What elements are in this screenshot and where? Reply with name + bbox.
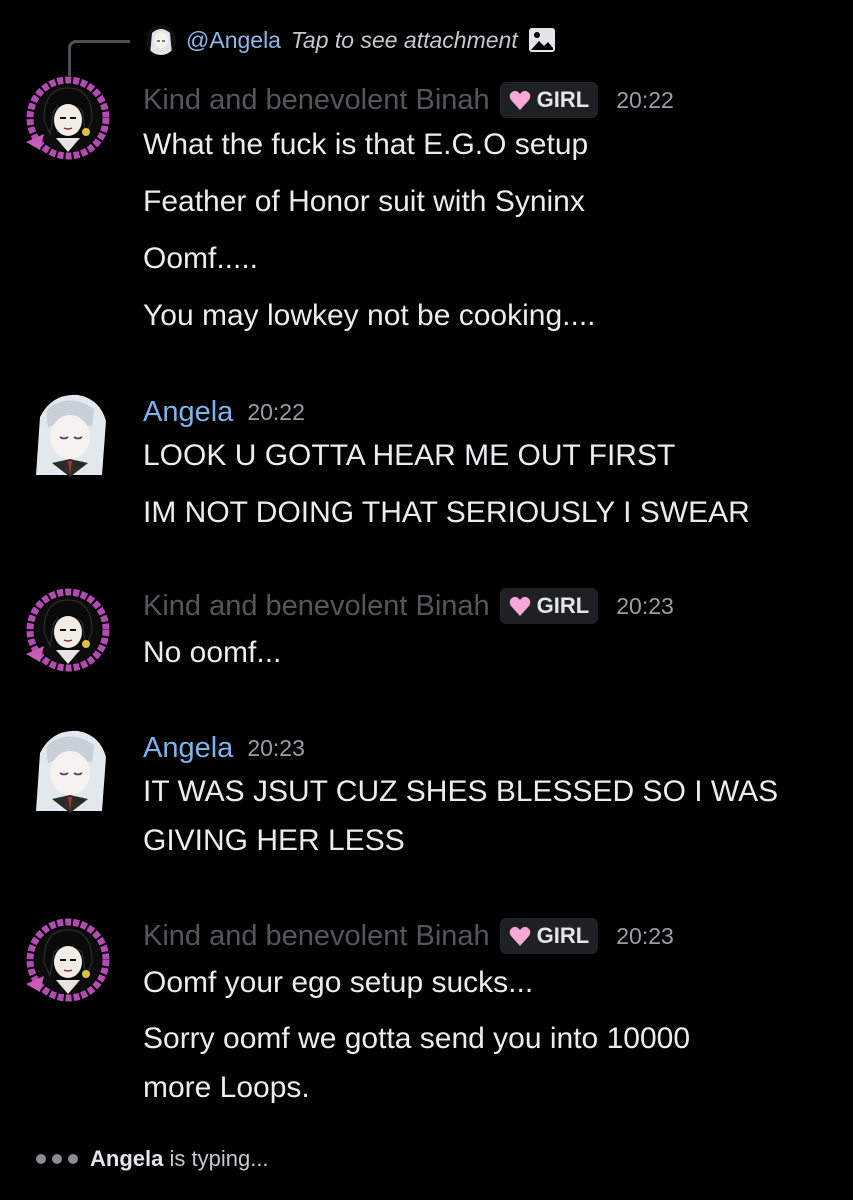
heart-icon [509, 926, 530, 946]
badge-label: GIRL [536, 87, 590, 112]
message-line: IM NOT DOING THAT SERIOUSLY I SWEAR [143, 496, 750, 529]
author-name[interactable]: Kind and benevolent Binah [143, 590, 490, 623]
heart-icon [509, 90, 530, 110]
typing-text: is typing... [169, 1146, 269, 1171]
angela-avatar[interactable] [22, 723, 114, 815]
binah-avatar[interactable] [22, 72, 114, 164]
heart-icon [509, 596, 530, 616]
timestamp: 20:23 [616, 922, 674, 949]
message-line: Oomf your ego setup sucks... [143, 966, 534, 999]
badge-label: GIRL [536, 593, 590, 618]
role-badge[interactable]: GIRL [499, 82, 599, 118]
role-badge[interactable]: GIRL [499, 588, 599, 624]
message-line: IT WAS JSUT CUZ SHES BLESSED SO I WAS [143, 775, 779, 808]
typing-user: Angela [90, 1146, 164, 1171]
timestamp: 20:23 [247, 734, 305, 761]
message-line: You may lowkey not be cooking.... [143, 299, 596, 332]
timestamp: 20:22 [247, 398, 305, 425]
typing-indicator: Angela is typing... [36, 1146, 269, 1172]
reply-attachment-text[interactable]: Tap to see attachment [291, 27, 518, 54]
author-name[interactable]: Kind and benevolent Binah [143, 920, 490, 953]
binah-avatar[interactable] [22, 584, 114, 676]
message-line: What the fuck is that E.G.O setup [143, 128, 589, 161]
message-line: more Loops. [143, 1071, 310, 1104]
reply-author[interactable]: @Angela [186, 27, 281, 54]
timestamp: 20:22 [616, 86, 674, 113]
author-name[interactable]: Angela [143, 396, 233, 429]
angela-mini-avatar [146, 25, 176, 55]
message-line: Sorry oomf we gotta send you into 10000 [143, 1022, 691, 1055]
message-line: LOOK U GOTTA HEAR ME OUT FIRST [143, 439, 676, 472]
author-name[interactable]: Kind and benevolent Binah [143, 84, 490, 117]
role-badge[interactable]: GIRL [499, 918, 599, 954]
message-line: Oomf..... [143, 242, 259, 275]
reply-connector [68, 40, 130, 76]
message-line: No oomf... [143, 636, 282, 669]
image-icon [528, 26, 556, 54]
message-line: Feather of Honor suit with Syninx [143, 185, 585, 218]
angela-avatar[interactable] [22, 387, 114, 479]
message-line: GIVING HER LESS [143, 824, 405, 857]
binah-avatar[interactable] [22, 914, 114, 1006]
timestamp: 20:23 [616, 592, 674, 619]
reply-preview[interactable]: @Angela Tap to see attachment [146, 22, 556, 58]
typing-dots-icon [36, 1154, 78, 1164]
badge-label: GIRL [536, 923, 590, 948]
author-name[interactable]: Angela [143, 732, 233, 765]
